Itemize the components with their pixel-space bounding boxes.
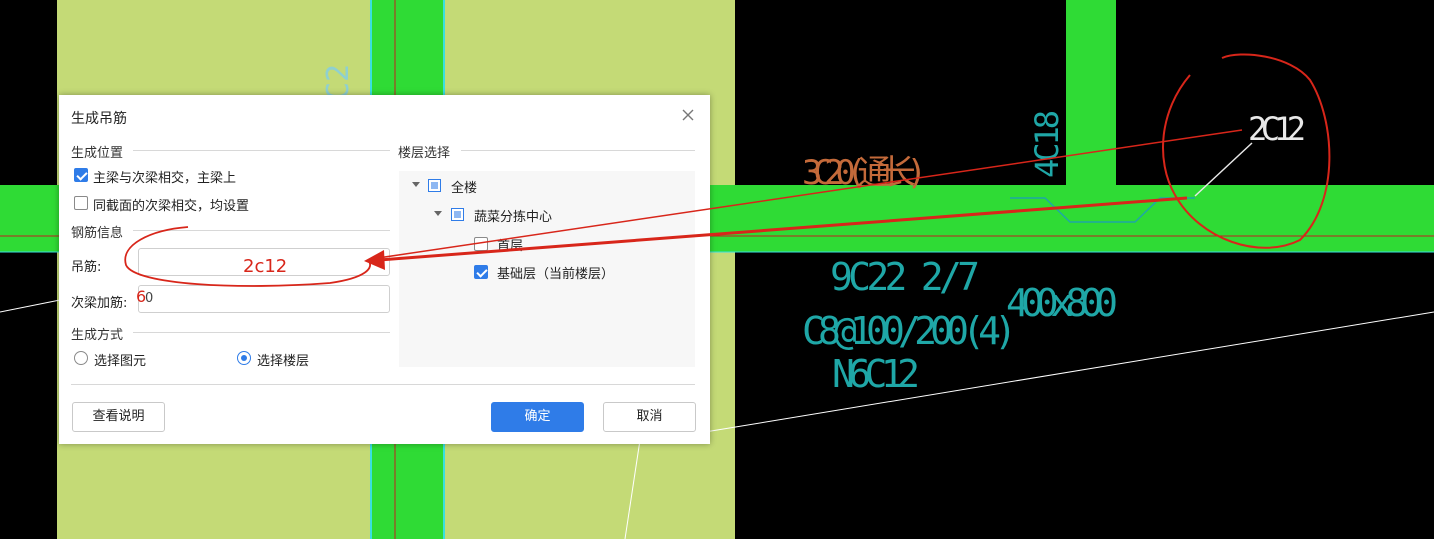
cad-label-beam-size: 400x800 <box>1006 281 1118 325</box>
section-divider <box>133 150 390 151</box>
floor-tree: 全楼 蔬菜分拣中心 首层 基础层（当前楼层） <box>399 171 695 367</box>
tree-item-first-floor[interactable]: 首层 <box>497 235 523 254</box>
same-section-label: 同截面的次梁相交，均设置 <box>93 199 250 214</box>
extra-rebar-label: 次梁加筋: <box>71 296 128 311</box>
tree-item-project[interactable]: 蔬菜分拣中心 <box>474 206 552 225</box>
main-secondary-label: 主梁与次梁相交，主梁上 <box>93 171 237 186</box>
cad-viewport[interactable]: C2 4C18 3C20(通长) 2C12 9C22 2/7 400x800 C… <box>0 0 1434 539</box>
main-secondary-checkbox[interactable] <box>74 168 88 182</box>
floor-section-title: 楼层选择 <box>398 146 451 161</box>
footer-divider <box>71 384 695 385</box>
tree-node-icon[interactable] <box>428 179 441 192</box>
first-floor-checkbox[interactable] <box>474 237 488 251</box>
cad-label-bottom-rebar: 9C22 2/7 <box>830 255 980 299</box>
ok-button[interactable]: 确定 <box>491 402 584 432</box>
cad-label-4c18: 4C18 <box>1028 110 1066 178</box>
hanger-input[interactable] <box>138 248 390 276</box>
extra-rebar-input[interactable]: 0 <box>138 285 390 313</box>
grid-line <box>0 299 61 313</box>
mode-floor-radio[interactable] <box>237 351 251 365</box>
foundation-floor-checkbox[interactable] <box>474 265 488 279</box>
help-button[interactable]: 查看说明 <box>72 402 165 432</box>
section-divider <box>461 150 695 151</box>
close-icon[interactable] <box>680 107 696 123</box>
tree-item-whole-building[interactable]: 全楼 <box>451 177 477 196</box>
dialog-title: 生成吊筋 <box>71 111 127 127</box>
expand-arrow-icon[interactable] <box>412 182 420 187</box>
cad-label-torsion: N6C12 <box>832 352 920 396</box>
hanger-label: 吊筋: <box>71 260 102 275</box>
generate-hanger-dialog: 生成吊筋 生成位置 主梁与次梁相交，主梁上 同截面的次梁相交，均设置 钢筋信息 … <box>59 95 710 444</box>
rebar-section-title: 钢筋信息 <box>71 226 124 241</box>
cancel-button[interactable]: 取消 <box>603 402 696 432</box>
section-divider <box>133 332 390 333</box>
vertical-beam <box>1066 0 1116 190</box>
cad-label-callout-2c12: 2C12 <box>1248 110 1306 148</box>
same-section-checkbox[interactable] <box>74 196 88 210</box>
position-section-title: 生成位置 <box>71 146 124 161</box>
expand-arrow-icon[interactable] <box>434 211 442 216</box>
mode-section-title: 生成方式 <box>71 328 124 343</box>
cad-label-stirrup: C8@100/200(4) <box>802 309 1017 353</box>
mode-element-radio[interactable] <box>74 351 88 365</box>
tree-item-foundation-floor[interactable]: 基础层（当前楼层） <box>497 263 614 282</box>
section-divider <box>133 230 390 231</box>
cad-label-3c20: 3C20(通长) <box>802 153 927 193</box>
mode-floor-label: 选择楼层 <box>257 354 310 369</box>
tree-node-icon[interactable] <box>451 208 464 221</box>
mode-element-label: 选择图元 <box>94 354 147 369</box>
